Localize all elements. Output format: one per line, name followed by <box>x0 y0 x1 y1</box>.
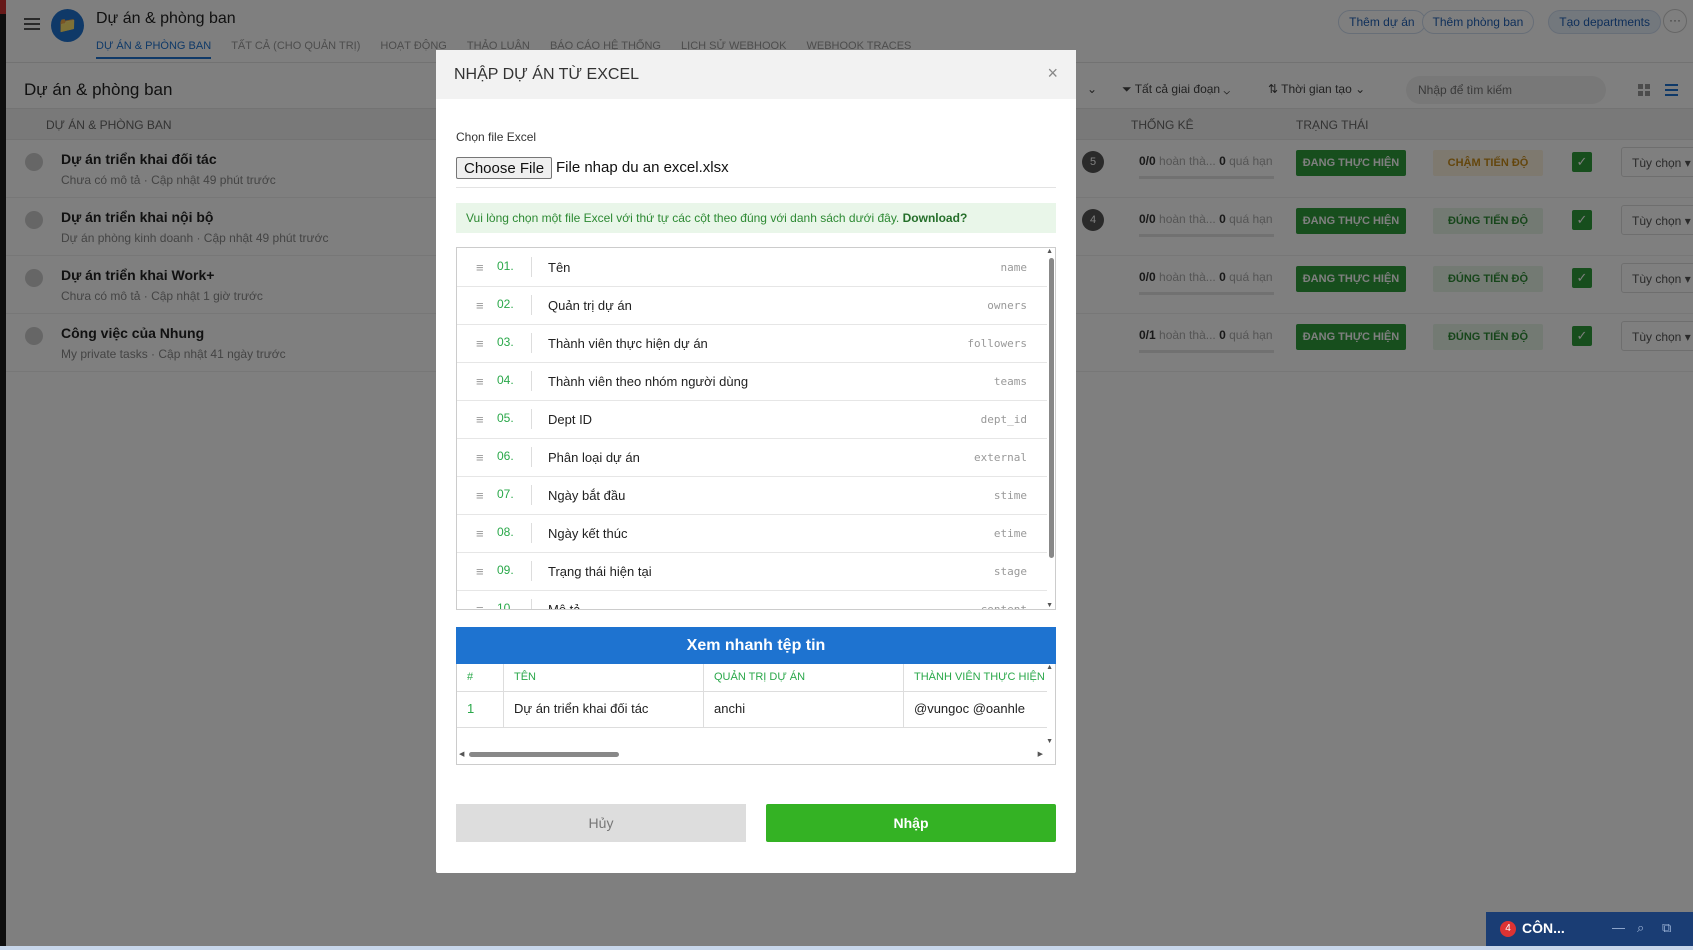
horizontal-scrollbar[interactable] <box>469 752 619 757</box>
drag-handle-icon[interactable]: ≡ <box>476 450 484 465</box>
minimize-icon[interactable]: — <box>1612 920 1625 935</box>
list-item[interactable]: ≡ 09. Trạng thái hiện tại stage <box>457 552 1047 591</box>
table-row: 1 Dự án triển khai đối tác anchi @vungoc… <box>457 691 1047 728</box>
preview-title: Xem nhanh tệp tin <box>456 627 1056 664</box>
preview-header-row: # TÊN QUẢN TRỊ DỰ ÁN THÀNH VIÊN THỰC HIỆ… <box>457 664 1047 692</box>
scroll-down-icon[interactable]: ▼ <box>1046 602 1053 609</box>
preview-col-header: THÀNH VIÊN THỰC HIỆN DỰ ÁN <box>914 671 1047 683</box>
list-item[interactable]: ≡ 06. Phân loại dự án external <box>457 438 1047 477</box>
scroll-right-icon[interactable]: ▶ <box>1038 750 1043 758</box>
list-item[interactable]: ≡ 08. Ngày kết thúc etime <box>457 514 1047 553</box>
drag-handle-icon[interactable]: ≡ <box>476 488 484 503</box>
cancel-button[interactable]: Hủy <box>456 804 746 842</box>
list-item[interactable]: ≡ 10. Mô tả content <box>457 590 1047 609</box>
modal-header: NHẬP DỰ ÁN TỪ EXCEL × <box>436 50 1076 99</box>
hint-banner: Vui lòng chọn một file Excel với thứ tự … <box>456 203 1056 233</box>
scroll-down-icon[interactable]: ▼ <box>1046 738 1053 745</box>
preview-table[interactable]: # TÊN QUẢN TRỊ DỰ ÁN THÀNH VIÊN THỰC HIỆ… <box>456 664 1056 765</box>
modal-title: NHẬP DỰ ÁN TỪ EXCEL <box>454 66 640 83</box>
scroll-left-icon[interactable]: ◀ <box>459 750 464 758</box>
choose-file-button[interactable]: Choose File <box>456 157 553 179</box>
selected-file-name: File nhap du an excel.xlsx <box>556 159 729 176</box>
divider <box>456 187 1056 188</box>
scroll-up-icon[interactable]: ▲ <box>1046 248 1053 255</box>
drag-handle-icon[interactable]: ≡ <box>476 336 484 351</box>
download-link[interactable]: Download? <box>903 211 968 225</box>
list-item[interactable]: ≡ 05. Dept ID dept_id <box>457 400 1047 439</box>
vertical-scrollbar[interactable] <box>1049 258 1054 558</box>
bottom-border <box>0 946 1693 950</box>
preview-col-header: TÊN <box>504 664 704 691</box>
chat-label: CÔN... <box>1522 920 1565 936</box>
scroll-up-icon[interactable]: ▲ <box>1046 664 1053 671</box>
drag-handle-icon[interactable]: ≡ <box>476 564 484 579</box>
search-icon[interactable]: ⌕ <box>1637 920 1644 936</box>
list-item[interactable]: ≡ 02. Quản trị dự án owners <box>457 286 1047 325</box>
import-button[interactable]: Nhập <box>766 804 1056 842</box>
preview-col-header: # <box>457 664 504 691</box>
close-icon[interactable]: × <box>1047 63 1058 84</box>
preview-col-header: QUẢN TRỊ DỰ ÁN <box>704 664 904 691</box>
drag-handle-icon[interactable]: ≡ <box>476 526 484 541</box>
unread-count-badge: 4 <box>1500 921 1516 937</box>
drag-handle-icon[interactable]: ≡ <box>476 260 484 275</box>
list-item[interactable]: ≡ 07. Ngày bắt đầu stime <box>457 476 1047 515</box>
drag-handle-icon[interactable]: ≡ <box>476 602 484 609</box>
column-order-list[interactable]: ≡ 01. Tên name ≡ 02. Quản trị dự án owners ≡ 03… <box>456 247 1056 610</box>
expand-icon[interactable]: ⧉ <box>1662 920 1671 936</box>
list-item[interactable]: ≡ 03. Thành viên thực hiện dự án followers <box>457 324 1047 363</box>
drag-handle-icon[interactable]: ≡ <box>476 374 484 389</box>
chat-widget[interactable]: 4 CÔN... — ⌕ ⧉ <box>1486 912 1693 946</box>
file-label: Chọn file Excel <box>456 130 537 144</box>
drag-handle-icon[interactable]: ≡ <box>476 298 484 313</box>
drag-handle-icon[interactable]: ≡ <box>476 412 484 427</box>
list-item[interactable]: ≡ 04. Thành viên theo nhóm người dùng teams <box>457 362 1047 401</box>
list-item[interactable]: ≡ 01. Tên name <box>457 248 1047 287</box>
import-excel-modal: NHẬP DỰ ÁN TỪ EXCEL × Chọn file Excel Ch… <box>436 50 1076 873</box>
